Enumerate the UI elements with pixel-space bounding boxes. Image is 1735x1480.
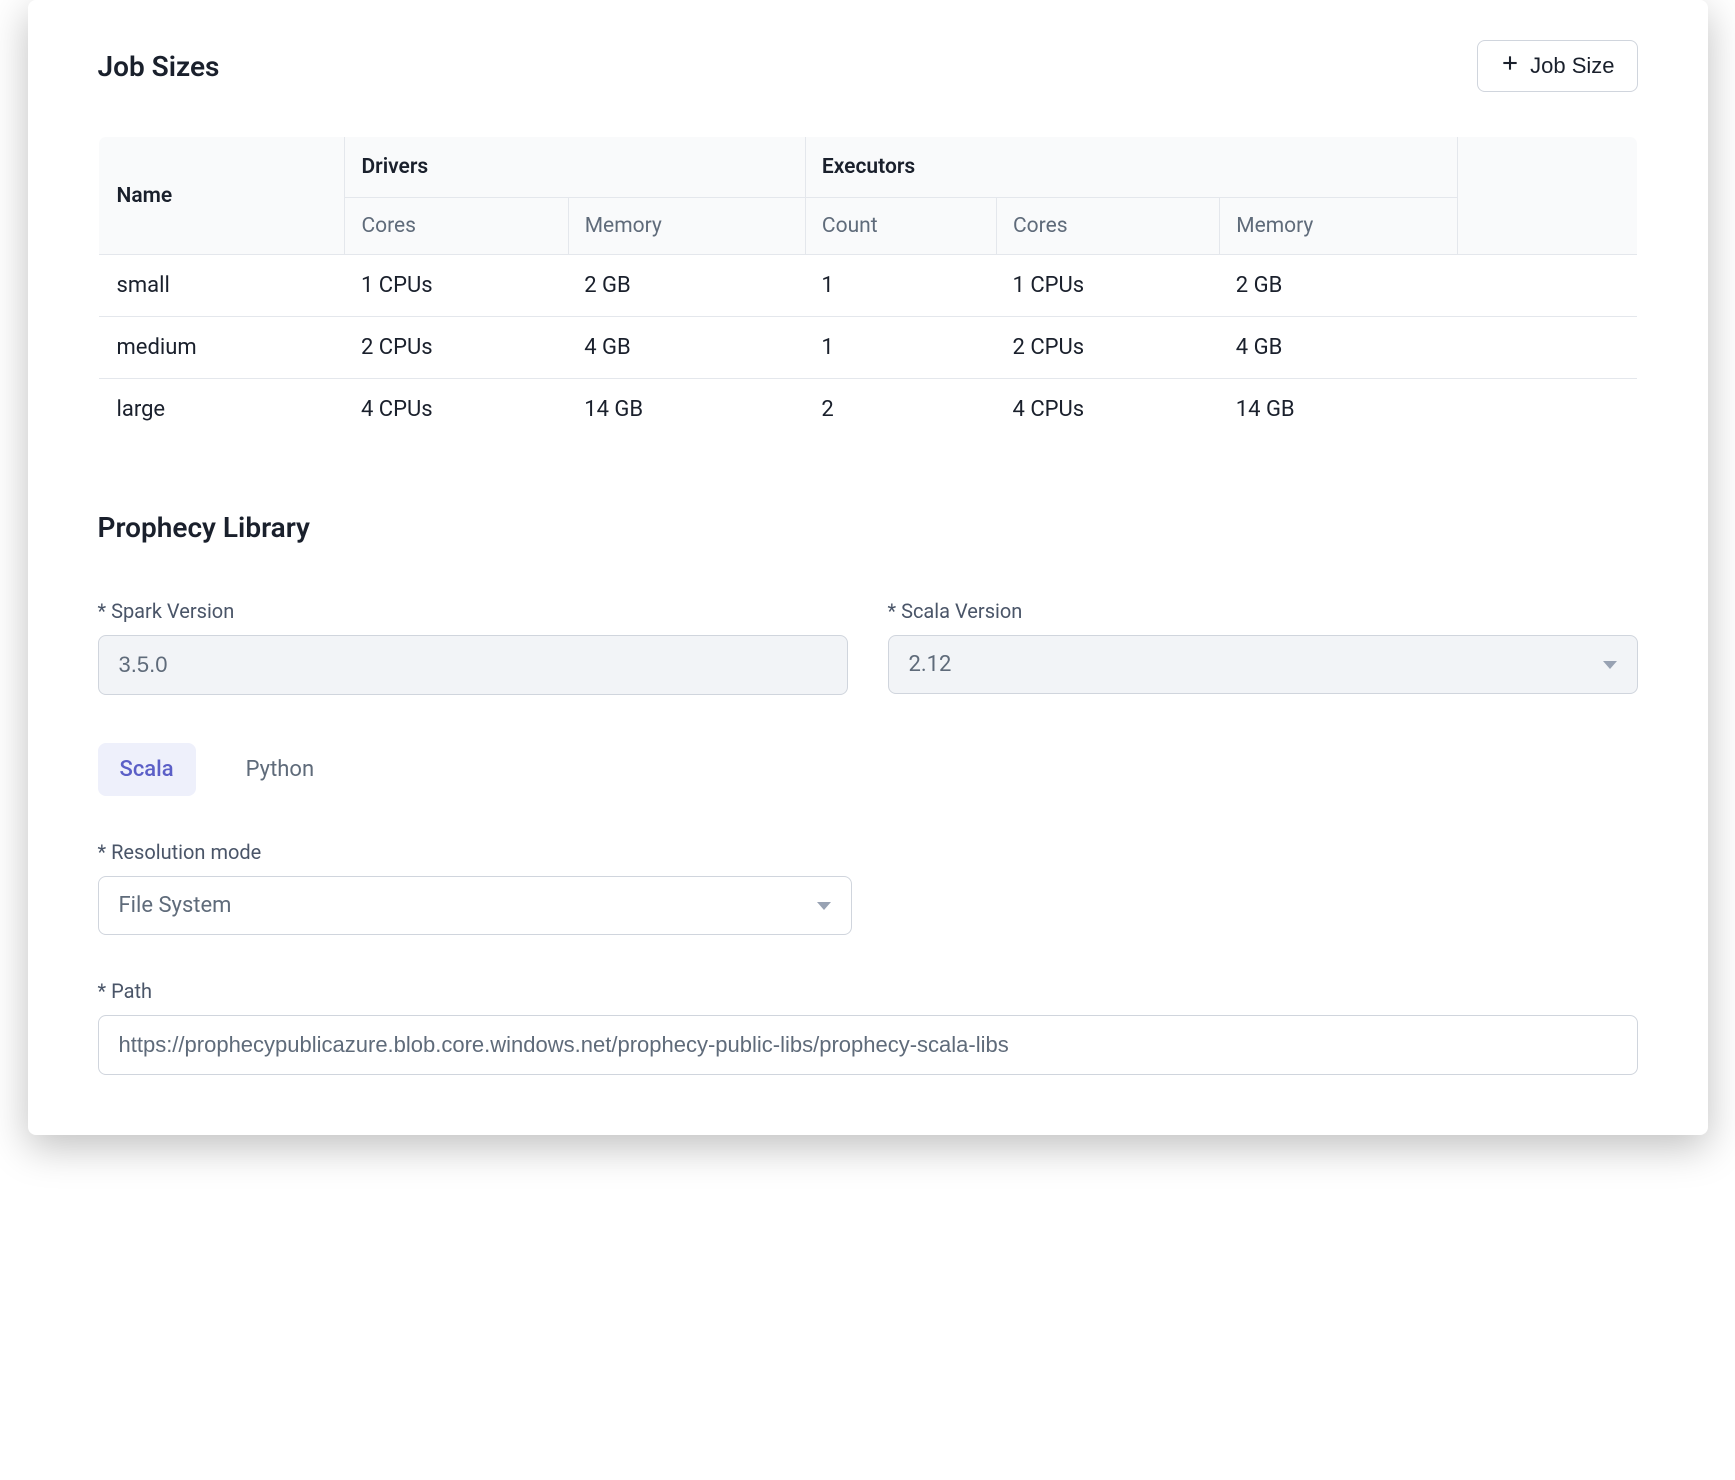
col-actions: [1457, 137, 1637, 255]
cell-e_count: 2: [805, 379, 996, 441]
cell-e_mem: 14 GB: [1220, 379, 1457, 441]
spark-version-input[interactable]: [98, 635, 848, 695]
col-exec-cores: Cores: [997, 198, 1220, 255]
cell-e_cores: 2 CPUs: [997, 317, 1220, 379]
resolution-mode-value: File System: [119, 893, 232, 918]
cell-e_mem: 2 GB: [1220, 255, 1457, 317]
resolution-mode-select[interactable]: File System: [98, 876, 853, 935]
cell-e_count: 1: [805, 317, 996, 379]
cell-d_mem: 4 GB: [568, 317, 805, 379]
job-sizes-title: Job Sizes: [98, 50, 220, 83]
cell-actions: [1457, 317, 1637, 379]
cell-e_cores: 4 CPUs: [997, 379, 1220, 441]
job-sizes-header: Job Sizes Job Size: [98, 40, 1638, 92]
add-job-size-label: Job Size: [1530, 53, 1614, 79]
path-label: * Path: [98, 979, 1638, 1003]
col-name: Name: [98, 137, 345, 255]
tab-python[interactable]: Python: [224, 743, 336, 796]
col-drivers: Drivers: [345, 137, 805, 198]
language-tabs: Scala Python: [98, 743, 1638, 796]
cell-actions: [1457, 379, 1637, 441]
table-row: large4 CPUs14 GB24 CPUs14 GB: [98, 379, 1637, 441]
col-exec-memory: Memory: [1220, 198, 1457, 255]
resolution-mode-label: * Resolution mode: [98, 840, 853, 864]
cell-d_mem: 14 GB: [568, 379, 805, 441]
col-exec-count: Count: [805, 198, 996, 255]
cell-e_mem: 4 GB: [1220, 317, 1457, 379]
config-card: Job Sizes Job Size Name Drivers Executor…: [28, 0, 1708, 1135]
cell-name: large: [98, 379, 345, 441]
tab-scala[interactable]: Scala: [98, 743, 196, 796]
spark-version-label: * Spark Version: [98, 599, 848, 623]
chevron-down-icon: [1603, 661, 1617, 669]
cell-e_count: 1: [805, 255, 996, 317]
table-row: small1 CPUs2 GB11 CPUs2 GB: [98, 255, 1637, 317]
chevron-down-icon: [817, 902, 831, 910]
plus-icon: [1500, 53, 1520, 79]
version-row: * Spark Version * Scala Version 2.12: [98, 599, 1638, 695]
col-driver-memory: Memory: [568, 198, 805, 255]
col-driver-cores: Cores: [345, 198, 568, 255]
cell-name: medium: [98, 317, 345, 379]
job-sizes-table: Name Drivers Executors Cores Memory Coun…: [98, 136, 1638, 441]
cell-name: small: [98, 255, 345, 317]
path-input[interactable]: [98, 1015, 1638, 1075]
col-executors: Executors: [805, 137, 1457, 198]
cell-d_cores: 2 CPUs: [345, 317, 568, 379]
cell-d_cores: 1 CPUs: [345, 255, 568, 317]
table-row: medium2 CPUs4 GB12 CPUs4 GB: [98, 317, 1637, 379]
cell-actions: [1457, 255, 1637, 317]
prophecy-library-title: Prophecy Library: [98, 511, 1638, 544]
cell-e_cores: 1 CPUs: [997, 255, 1220, 317]
add-job-size-button[interactable]: Job Size: [1477, 40, 1637, 92]
scala-version-label: * Scala Version: [888, 599, 1638, 623]
scala-version-value: 2.12: [909, 652, 952, 677]
scala-version-select[interactable]: 2.12: [888, 635, 1638, 694]
cell-d_mem: 2 GB: [568, 255, 805, 317]
cell-d_cores: 4 CPUs: [345, 379, 568, 441]
